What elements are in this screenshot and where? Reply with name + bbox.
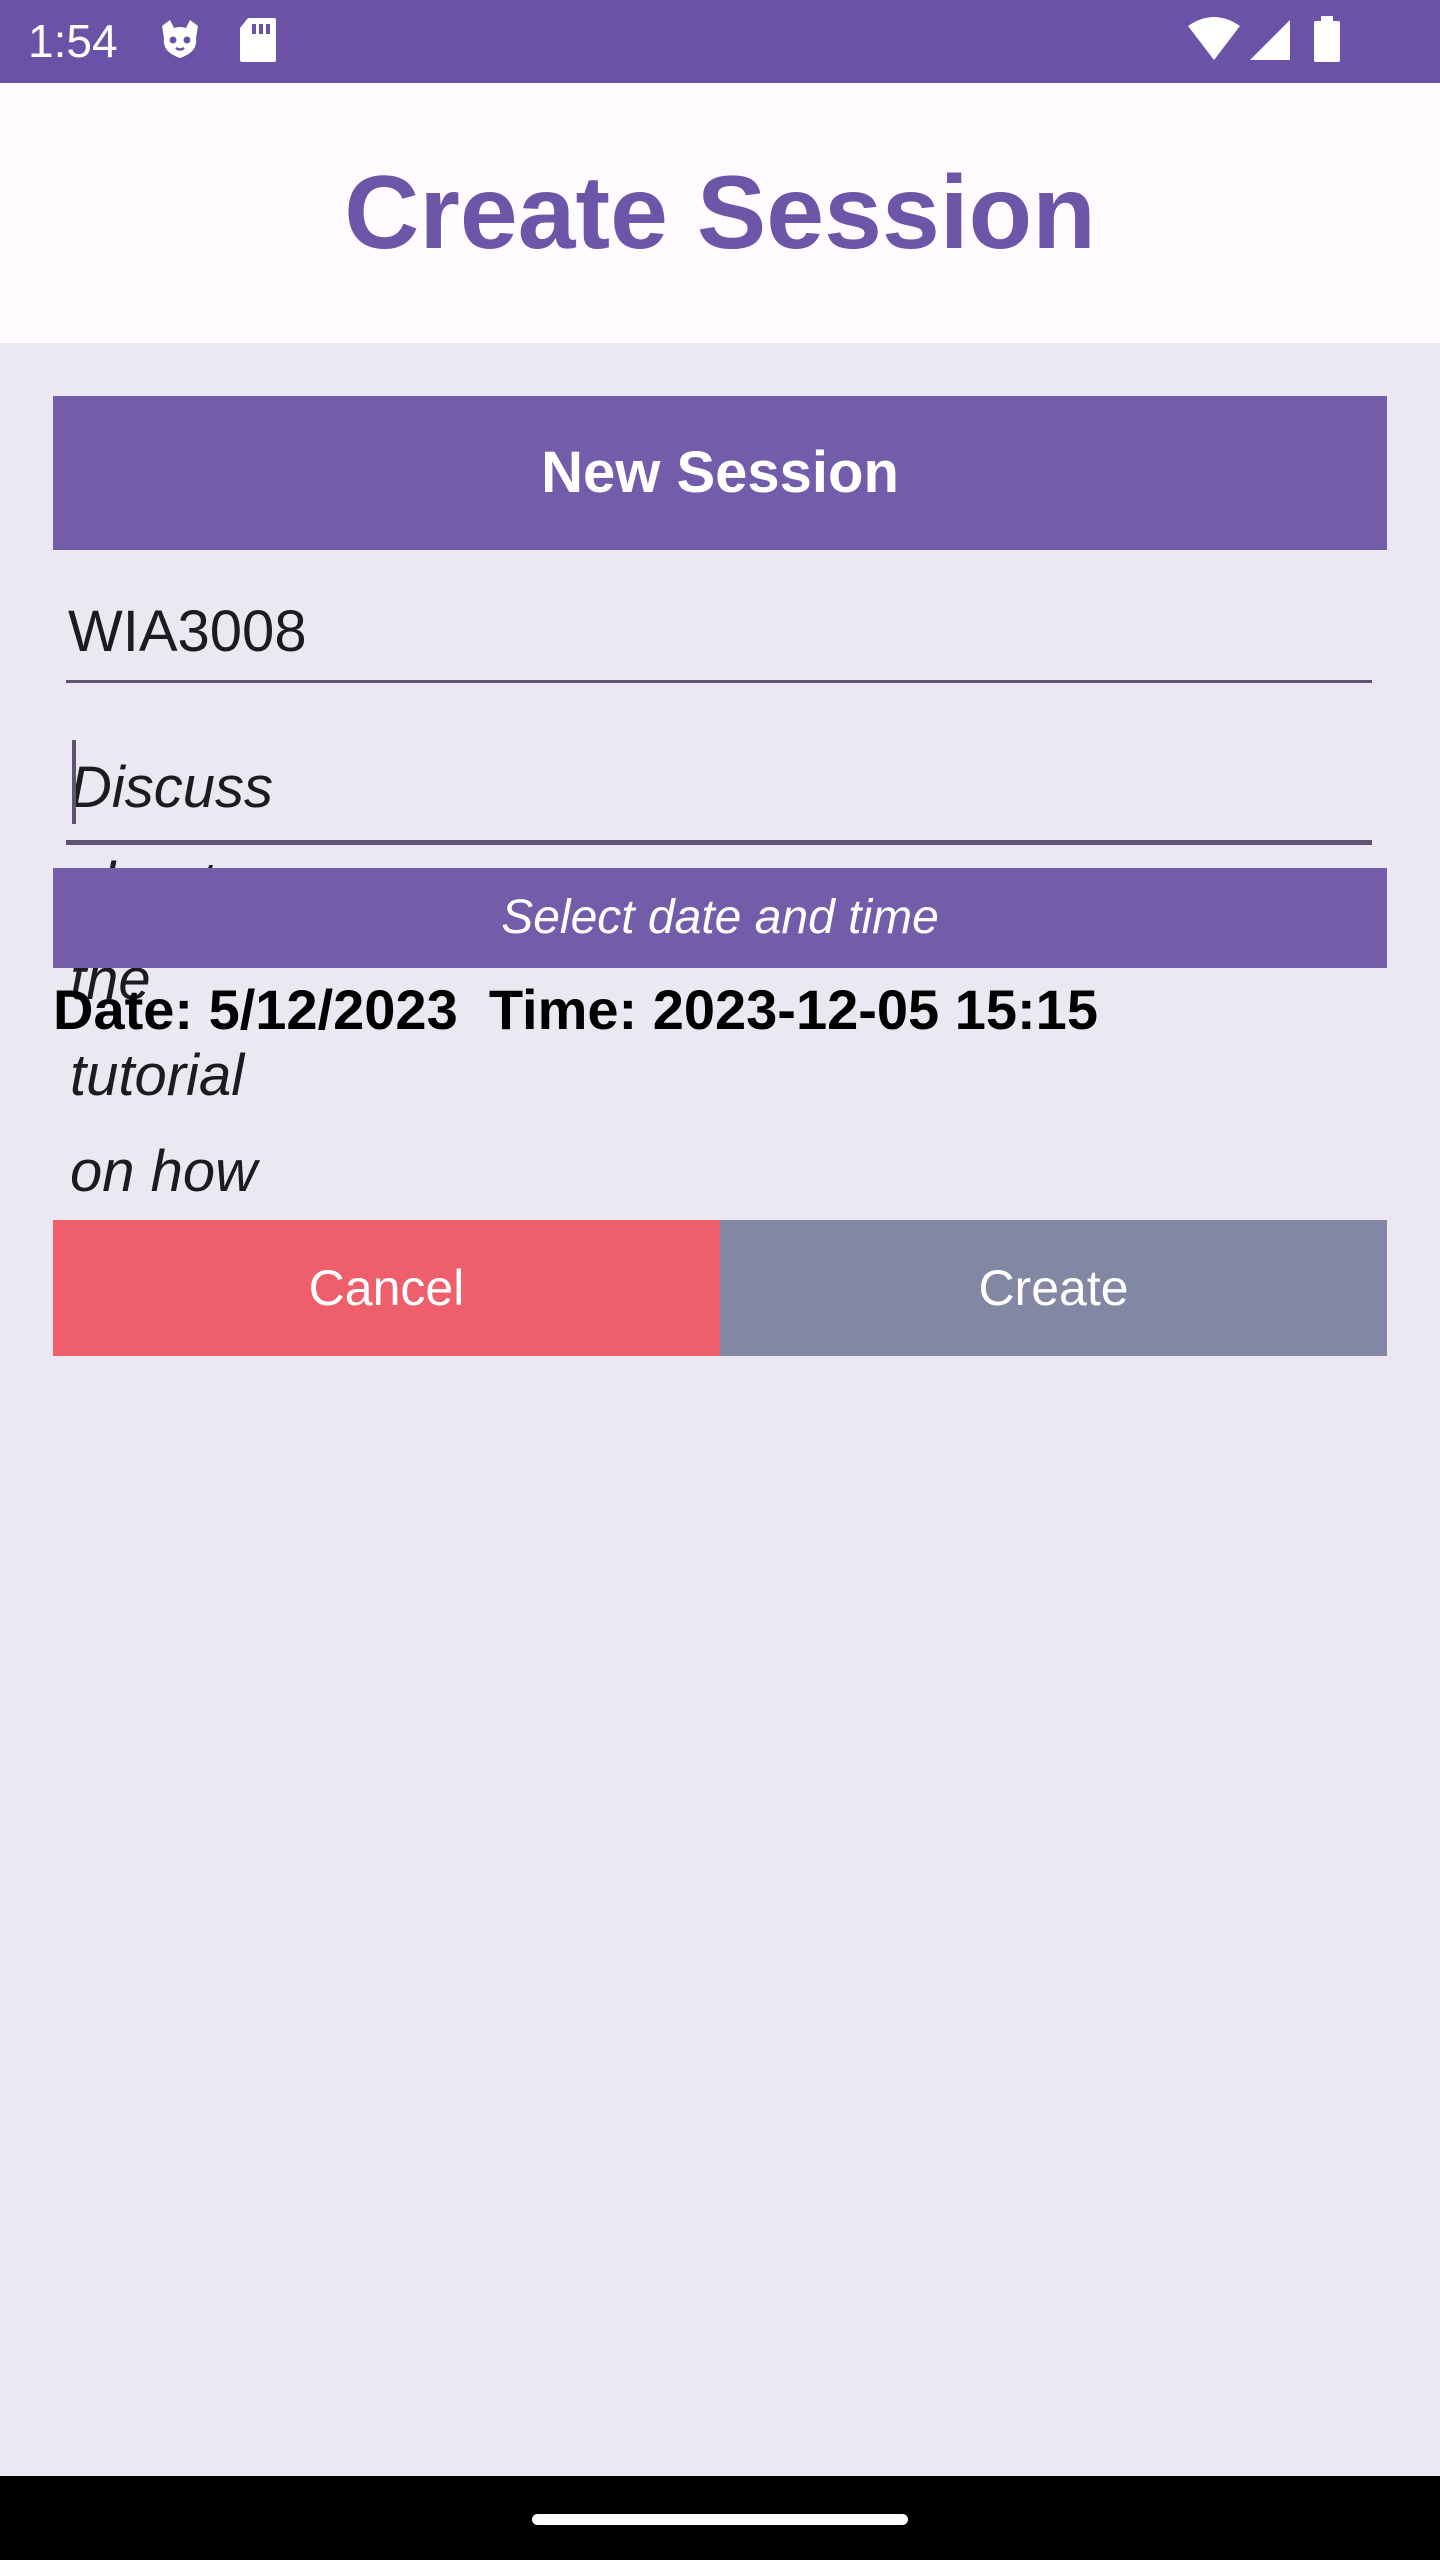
cat-face-icon xyxy=(156,16,204,69)
app-header: Create Session xyxy=(0,83,1440,343)
section-title-banner: New Session xyxy=(53,396,1387,550)
sd-card-icon xyxy=(238,16,278,69)
description-input[interactable]: Discuss about the tutorial on how to... xyxy=(66,740,1372,1300)
status-time: 1:54 xyxy=(28,15,118,67)
wifi-icon xyxy=(1186,16,1242,69)
cancel-button[interactable]: Cancel xyxy=(53,1220,720,1356)
course-code-input[interactable]: WIA3008 xyxy=(66,590,1372,683)
navigation-bar xyxy=(0,2476,1440,2560)
selected-date-time-text: Date: 5/12/2023 Time: 2023-12-05 15:15 xyxy=(53,978,1098,1041)
cell-signal-icon xyxy=(1248,16,1292,69)
battery-icon xyxy=(1312,16,1342,69)
create-button[interactable]: Create xyxy=(720,1220,1387,1356)
select-date-time-button[interactable]: Select date and time xyxy=(53,868,1387,968)
text-cursor xyxy=(72,740,76,824)
page-title: Create Session xyxy=(344,155,1096,271)
status-bar: 1:54 xyxy=(0,0,1440,83)
home-gesture-handle[interactable] xyxy=(532,2514,908,2525)
course-code-value: WIA3008 xyxy=(68,599,307,664)
